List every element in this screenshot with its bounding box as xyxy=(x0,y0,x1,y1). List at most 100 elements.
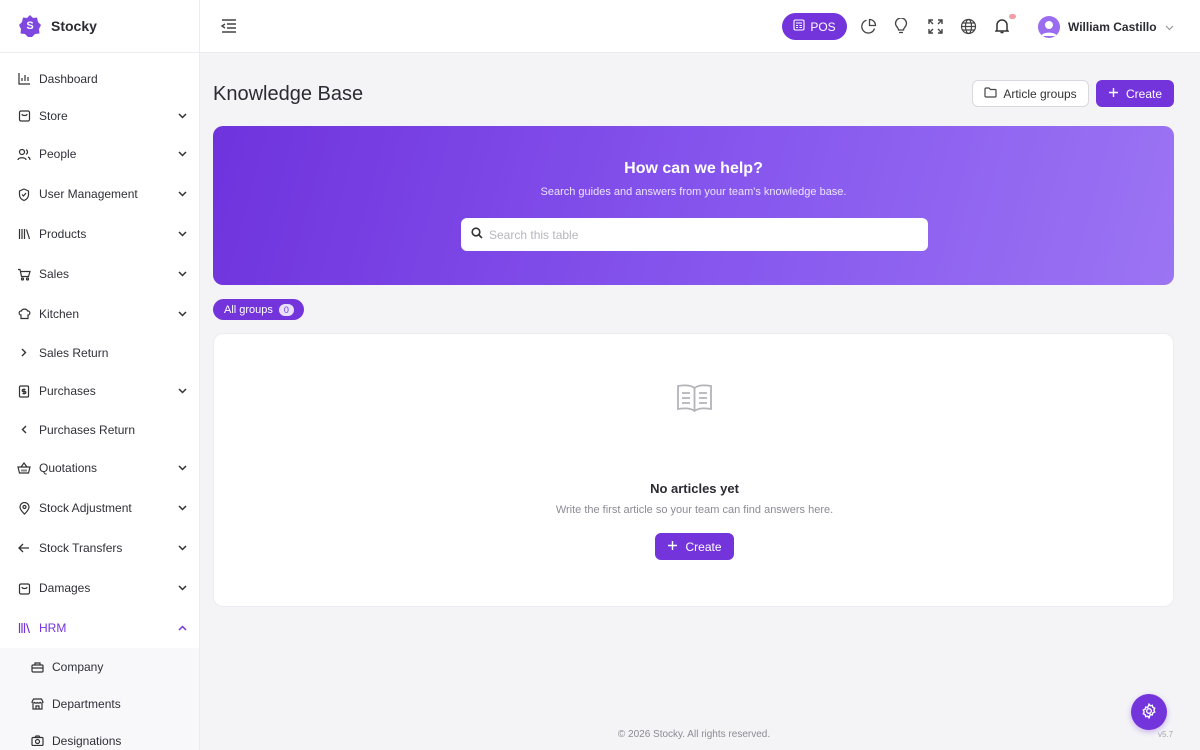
chevron-down-icon xyxy=(177,111,187,121)
plus-icon xyxy=(667,540,678,554)
open-book-icon xyxy=(676,383,713,416)
chevron-down-icon xyxy=(177,543,187,553)
shopping-bag-icon xyxy=(17,109,31,123)
library-icon xyxy=(17,621,31,635)
chevron-down-icon xyxy=(177,309,187,319)
sidebar-item-people[interactable]: People xyxy=(0,134,199,174)
sidebar-item-sales[interactable]: Sales xyxy=(0,254,199,294)
version-label: v5.7 xyxy=(1158,730,1174,739)
sidebar-item-kitchen[interactable]: Kitchen xyxy=(0,294,199,334)
sidebar-item-stock-adjustment[interactable]: Stock Adjustment xyxy=(0,488,199,528)
menu-toggle-icon[interactable] xyxy=(220,17,238,35)
chevron-down-icon xyxy=(177,189,187,199)
shield-icon xyxy=(17,187,31,201)
sidebar-item-label: Designations xyxy=(52,733,122,748)
plus-icon xyxy=(1108,87,1119,101)
chevron-down-icon xyxy=(177,149,187,159)
avatar xyxy=(1038,16,1060,38)
store-icon xyxy=(30,697,44,711)
sidebar-item-label: Kitchen xyxy=(39,307,80,321)
article-groups-label: Article groups xyxy=(1003,86,1077,101)
search-box xyxy=(461,218,928,251)
folder-icon xyxy=(984,86,997,101)
arrow-left-icon xyxy=(17,541,31,555)
basket-icon xyxy=(17,461,31,475)
sidebar-item-label: Sales Return xyxy=(39,345,109,360)
chip-count-badge: 0 xyxy=(278,303,294,316)
sidebar-item-label: Company xyxy=(52,659,104,674)
settings-fab[interactable] xyxy=(1131,694,1167,730)
sidebar-item-store[interactable]: Store xyxy=(0,97,199,134)
app-name: Stocky xyxy=(51,18,97,34)
chef-hat-icon xyxy=(17,307,31,321)
globe-icon[interactable] xyxy=(959,17,977,35)
sidebar-nav: Dashboard Store People User Management P… xyxy=(0,53,199,750)
footer-copyright: © 2026 Stocky. All rights reserved. xyxy=(617,729,771,740)
article-groups-button[interactable]: Article groups xyxy=(972,80,1089,107)
sidebar-item-purchases[interactable]: Purchases xyxy=(0,371,199,411)
hrm-submenu: Company Departments Designations xyxy=(0,648,199,750)
lightbulb-icon[interactable] xyxy=(892,17,910,35)
bell-icon[interactable] xyxy=(993,17,1011,35)
chevron-down-icon xyxy=(177,583,187,593)
camera-icon xyxy=(30,734,44,748)
user-menu[interactable]: William Castillo xyxy=(1038,14,1174,40)
empty-state-card: No articles yet Write the first article … xyxy=(213,333,1174,607)
sidebar-item-label: Damages xyxy=(39,581,91,595)
sidebar-item-products[interactable]: Products xyxy=(0,214,199,254)
sidebar-item-sales-return[interactable]: Sales Return xyxy=(0,334,199,371)
sidebar-item-user-management[interactable]: User Management xyxy=(0,174,199,214)
empty-title: No articles yet xyxy=(650,481,739,496)
chevron-down-icon xyxy=(177,463,187,473)
building-icon xyxy=(30,660,44,674)
sidebar-item-label: Departments xyxy=(52,696,121,711)
chevron-down-icon xyxy=(177,269,187,279)
receipt-icon xyxy=(17,384,31,398)
chevron-down-icon xyxy=(177,229,187,239)
fullscreen-icon[interactable] xyxy=(926,17,944,35)
books-icon xyxy=(17,227,31,241)
pos-button[interactable]: POS xyxy=(782,13,847,40)
chip-label: All groups xyxy=(224,303,273,316)
chevron-down-icon xyxy=(1165,20,1174,34)
empty-create-button[interactable]: Create xyxy=(655,533,734,560)
sidebar-item-damages[interactable]: Damages xyxy=(0,568,199,608)
sidebar-item-label: Store xyxy=(39,108,68,123)
pos-label: POS xyxy=(810,19,836,34)
sidebar-item-label: Stock Transfers xyxy=(39,541,123,555)
sidebar-item-hrm[interactable]: HRM xyxy=(0,608,199,648)
sidebar-item-quotations[interactable]: Quotations xyxy=(0,448,199,488)
topbar: POS William Castillo xyxy=(200,0,1200,53)
sidebar-item-company[interactable]: Company xyxy=(0,648,199,685)
chevron-down-icon xyxy=(177,386,187,396)
sidebar-item-departments[interactable]: Departments xyxy=(0,685,199,722)
brand[interactable]: S Stocky xyxy=(0,0,199,53)
sidebar-item-label: HRM xyxy=(39,621,67,635)
map-pin-icon xyxy=(17,501,31,515)
sidebar-item-purchases-return[interactable]: Purchases Return xyxy=(0,411,199,448)
search-input[interactable] xyxy=(489,227,928,242)
help-hero-banner: How can we help? Search guides and answe… xyxy=(213,126,1174,285)
create-label: Create xyxy=(685,539,722,554)
sidebar-item-designations[interactable]: Designations xyxy=(0,722,199,750)
sidebar-item-label: Sales xyxy=(39,267,70,281)
create-button[interactable]: Create xyxy=(1096,80,1174,107)
empty-subtitle: Write the first article so your team can… xyxy=(555,504,834,516)
chevron-left-icon xyxy=(17,423,31,437)
sidebar-item-label: People xyxy=(39,147,77,161)
sidebar-item-label: Purchases xyxy=(39,384,96,398)
page-title: Knowledge Base xyxy=(213,83,364,105)
pie-chart-icon[interactable] xyxy=(859,17,877,35)
sidebar-item-label: Products xyxy=(39,227,87,241)
sidebar-item-dashboard[interactable]: Dashboard xyxy=(0,60,199,97)
bar-chart-icon xyxy=(17,72,31,86)
sidebar-item-label: Purchases Return xyxy=(39,422,136,437)
create-label: Create xyxy=(1125,86,1163,101)
hero-subtitle: Search guides and answers from your team… xyxy=(540,186,847,198)
hero-title: How can we help? xyxy=(624,160,763,177)
filter-chip-all-groups[interactable]: All groups 0 xyxy=(213,299,304,320)
gear-icon xyxy=(1141,702,1157,722)
sidebar-item-stock-transfers[interactable]: Stock Transfers xyxy=(0,528,199,568)
user-name: William Castillo xyxy=(1068,20,1157,34)
users-icon xyxy=(17,147,31,161)
